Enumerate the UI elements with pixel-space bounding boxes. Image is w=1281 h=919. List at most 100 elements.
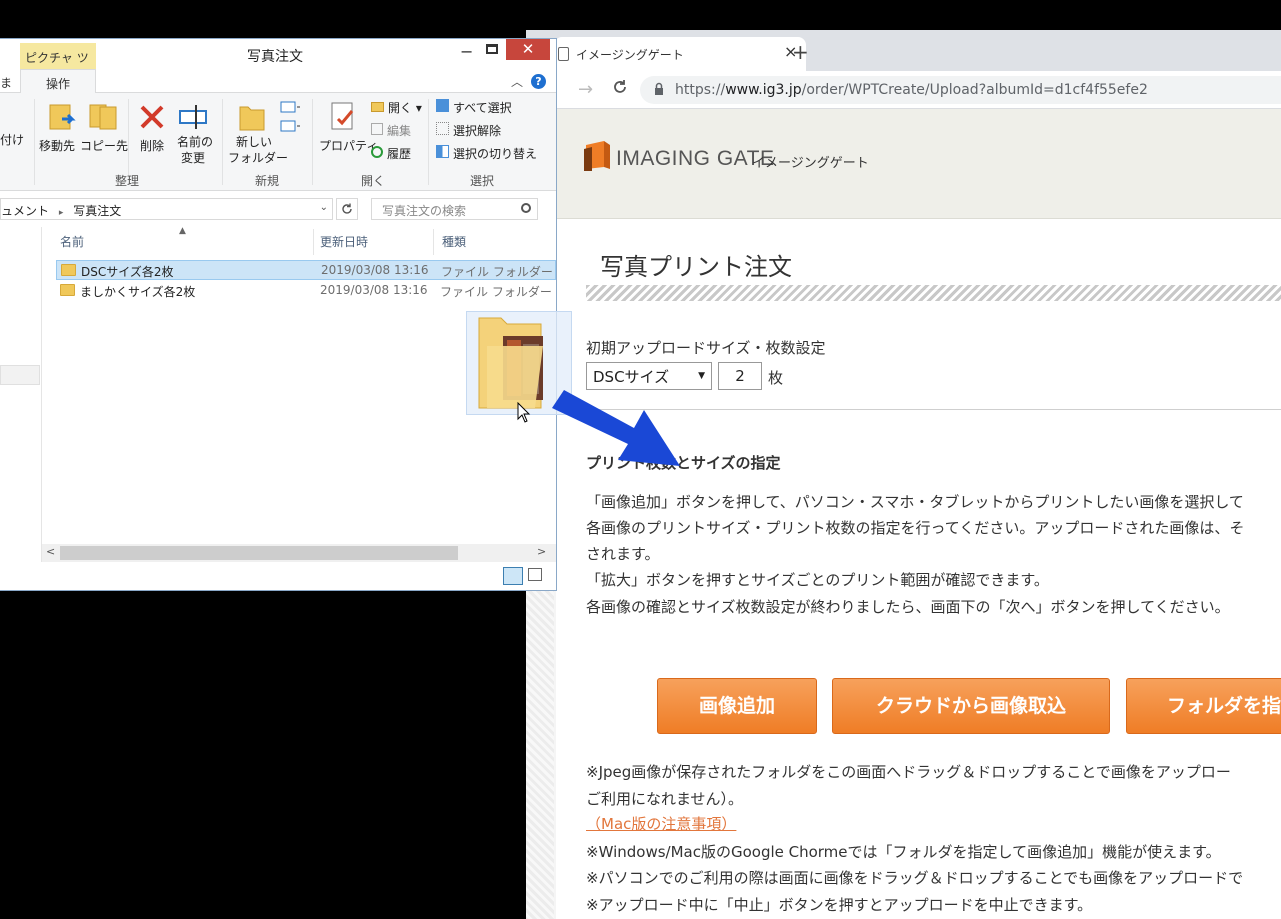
dropdown-arrow-icon: ▼ [698,371,705,381]
group-label-open: 開く [361,174,386,188]
web-page: IMAGING GATE イメージングゲート 写真プリント注文 初期アップロード… [526,109,1281,919]
scroll-right-icon[interactable]: > [537,545,546,558]
move-to-button[interactable]: 移動先 [39,137,75,154]
sort-up-icon: ▲ [179,226,186,236]
arrow-annotation-icon [552,390,680,466]
edit-icon [371,123,383,135]
new-folder-button-line1[interactable]: 新しい [236,133,272,150]
rename-button-line2[interactable]: 変更 [181,149,205,166]
scrollbar-thumb[interactable] [60,546,458,560]
file-type: ファイル フォルダー [440,285,552,299]
new-tab-button[interactable]: + [792,40,809,64]
properties-button[interactable]: プロパティ [319,137,378,154]
logo-text[interactable]: IMAGING GATE [616,147,774,171]
column-name[interactable]: 名前 [60,233,84,250]
open-button[interactable]: 開く ▾ [371,99,422,116]
copy-to-button[interactable]: コピー先 [80,137,128,154]
cloud-import-button[interactable]: クラウドから画像取込 [832,678,1110,734]
minimize-button[interactable]: − [460,42,473,61]
refresh-button[interactable] [336,198,358,220]
tab-partial[interactable]: ま [0,74,12,91]
main-content: 写真プリント注文 初期アップロードサイズ・枚数設定 DSCサイズ ▼ 2 枚 プ… [556,219,1281,919]
nav-pane-selected-item[interactable] [0,365,40,385]
delete-icon [140,105,164,129]
description-line: 各画像の確認とサイズ枚数設定が終わりましたら、画面下の「次へ」ボタンを押してくだ… [586,598,1230,616]
description-line: 各画像のプリントサイズ・プリント枚数の指定を行ってください。アップロードされた画… [586,519,1245,537]
description-line: 「画像追加」ボタンを押して、パソコン・スマホ・タブレットからプリントしたい画像を… [586,493,1244,511]
folder-add-button[interactable]: フォルダを指 [1126,678,1281,734]
print-count-input[interactable]: 2 [718,362,762,390]
explorer-address-bar: ュメント ▸ 写真注文 ⌄ 写真注文の検索 [0,196,556,222]
rename-icon [179,105,207,129]
properties-icon [331,102,354,130]
site-header: IMAGING GATE イメージングゲート [556,109,1281,219]
page-title: 写真プリント注文 [600,253,792,281]
note-line: ※パソコンでのご利用の際は画面に画像をドラッグ＆ドロップすることでも画像をアップ… [586,869,1244,887]
column-type[interactable]: 種類 [442,233,466,250]
add-image-button[interactable]: 画像追加 [657,678,817,734]
search-input[interactable]: 写真注文の検索 [371,198,538,220]
refresh-icon [342,203,352,214]
new-folder-button-line2[interactable]: フォルダー [228,149,288,166]
mouse-cursor-icon [517,402,531,423]
status-bar [0,562,556,590]
breadcrumb-current[interactable]: 写真注文 [73,204,121,218]
rename-button-line1[interactable]: 名前の [177,133,213,150]
ribbon: 付け 移動先 コピー先 削除 名前の 変更 新しい フォルダー プロパティ 開く… [0,93,556,191]
select-none-button[interactable]: 選択解除 [436,122,501,139]
breadcrumb-parent[interactable]: ュメント [1,204,49,218]
edit-button[interactable]: 編集 [371,122,411,139]
title-divider [586,285,1281,301]
horizontal-scrollbar[interactable]: < > [42,544,556,562]
reload-button[interactable] [612,79,628,100]
logo-subtitle: イメージングゲート [752,156,869,171]
print-size-select[interactable]: DSCサイズ ▼ [586,362,712,390]
delete-button[interactable]: 削除 [140,137,164,154]
logo-mark-icon [584,141,610,171]
folder-icon [60,284,75,296]
mac-notes-link[interactable]: （Mac版の注意事項） [586,813,736,834]
note-line: ※Jpeg画像が保存されたフォルダをこの画面へドラッグ＆ドロップすることで画像を… [586,763,1231,781]
large-icons-view-icon[interactable] [528,568,542,581]
address-breadcrumb[interactable]: ュメント ▸ 写真注文 ⌄ [0,198,333,220]
file-row[interactable]: ましかくサイズ各2枚 2019/03/08 13:16 ファイル フォルダー [56,281,556,301]
maximize-button[interactable] [486,44,498,54]
lock-icon [655,82,663,95]
select-all-button[interactable]: すべて選択 [436,99,512,116]
history-button[interactable]: 履歴 [371,145,411,162]
address-bar[interactable]: https://www.ig3.jp/order/WPTCreate/Uploa… [640,76,1281,104]
history-label: 履歴 [387,147,412,161]
select-none-icon [436,122,449,135]
search-icon [521,203,531,213]
group-label-new: 新規 [255,174,280,188]
close-button[interactable]: ✕ [506,39,550,60]
browser-tab[interactable]: イメージングゲート × [554,37,806,71]
help-icon[interactable]: ? [531,74,546,89]
ribbon-separator [312,99,313,185]
description-line: されます。 [586,545,660,563]
move-to-icon [49,104,76,130]
forward-button[interactable]: → [578,79,593,100]
edit-label: 編集 [387,124,412,138]
history-icon [371,146,383,158]
scroll-left-icon[interactable]: < [46,545,55,558]
upload-settings-label: 初期アップロードサイズ・枚数設定 [586,339,826,357]
paste-button-partial[interactable]: 付け [0,131,24,148]
print-size-value: DSCサイズ [593,368,670,386]
section-divider [586,409,1281,410]
open-folder-icon [371,102,384,112]
chevron-down-icon[interactable]: ⌄ [320,202,328,213]
explorer-titlebar[interactable]: ピクチャ ツール 写真注文 − ✕ [0,39,556,82]
column-date[interactable]: 更新日時 [320,233,368,250]
tab-manage[interactable]: 操作 [20,69,96,94]
select-all-label: すべて選択 [453,101,512,115]
ribbon-separator [34,99,35,185]
invert-selection-button[interactable]: 選択の切り替え [436,145,537,162]
column-separator [433,229,434,255]
picture-tools-tab[interactable]: ピクチャ ツール [20,43,96,82]
page-favicon-icon [558,47,569,61]
file-row[interactable]: DSCサイズ各2枚 2019/03/08 13:16 ファイル フォルダー [56,260,556,280]
ribbon-separator [222,99,223,185]
chevron-up-icon[interactable]: ︿ [511,73,523,90]
details-view-icon[interactable] [503,567,523,585]
